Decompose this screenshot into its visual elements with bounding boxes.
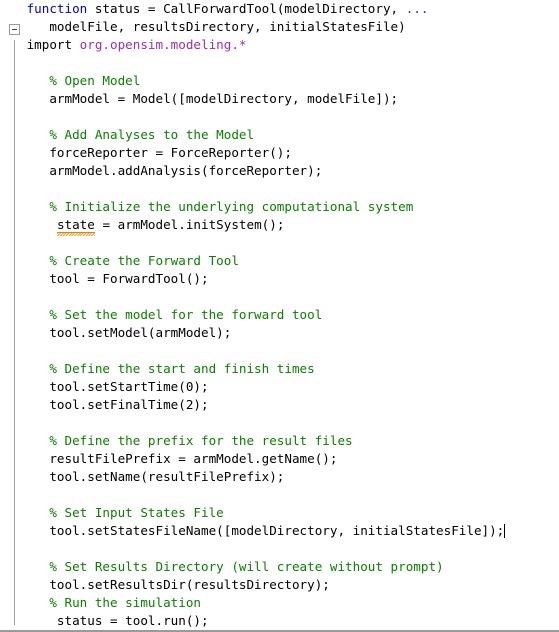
code-line[interactable]: % Define the prefix for the result files xyxy=(19,432,559,450)
code-line[interactable]: % Create the Forward Tool xyxy=(19,252,559,270)
code-comment: % Define the prefix for the result files xyxy=(49,433,353,448)
code-token: armModel.addAnalysis(forceReporter); xyxy=(49,163,323,178)
code-line[interactable]: function status = CallForwardTool(modelD… xyxy=(19,0,559,18)
code-line[interactable]: resultFilePrefix = armModel.getName(); xyxy=(19,450,559,468)
code-comment: % Run the simulation xyxy=(49,595,201,610)
code-line[interactable]: % Run the simulation xyxy=(19,594,559,612)
code-line[interactable]: forceReporter = ForceReporter(); xyxy=(19,144,559,162)
code-token: tool.setStatesFileName([modelDirectory, … xyxy=(49,523,505,538)
code-token: modelFile, resultsDirectory, initialStat… xyxy=(49,19,406,34)
code-comment: % Set the model for the forward tool xyxy=(49,307,323,322)
code-line[interactable]: tool.setStartTime(0); xyxy=(19,378,559,396)
code-line[interactable]: tool = ForwardTool(); xyxy=(19,270,559,288)
code-token: tool.setStartTime(0); xyxy=(49,379,209,394)
code-line[interactable]: % Add Analyses to the Model xyxy=(19,126,559,144)
code-line[interactable] xyxy=(19,540,559,558)
code-editor[interactable]: function status = CallForwardTool(modelD… xyxy=(0,0,559,632)
code-line[interactable]: % Set Results Directory (will create wit… xyxy=(19,558,559,576)
code-token: = armModel.initSystem(); xyxy=(94,217,285,232)
code-content[interactable]: function status = CallForwardTool(modelD… xyxy=(19,0,559,630)
code-line[interactable] xyxy=(19,108,559,126)
code-continuation: ... xyxy=(405,1,429,16)
code-token: tool.setFinalTime(2); xyxy=(49,397,209,412)
code-line[interactable]: % Set Input States File xyxy=(19,504,559,522)
code-line[interactable] xyxy=(19,486,559,504)
code-line[interactable]: % Initialize the underlying computationa… xyxy=(19,198,559,216)
code-token: forceReporter = ForceReporter(); xyxy=(49,145,292,160)
code-token: status = CallForwardTool(modelDirectory, xyxy=(87,1,406,16)
code-token: tool.setName(resultFilePrefix); xyxy=(49,469,285,484)
code-line[interactable]: armModel = Model([modelDirectory, modelF… xyxy=(19,90,559,108)
code-comment: % Set Results Directory (will create wit… xyxy=(49,559,444,574)
code-comment: % Define the start and finish times xyxy=(49,361,315,376)
code-token: tool.setModel(armModel); xyxy=(49,325,232,340)
code-token: armModel = Model([modelDirectory, modelF… xyxy=(49,91,399,106)
code-comment: % Set Input States File xyxy=(49,505,224,520)
code-line[interactable] xyxy=(19,414,559,432)
code-line[interactable] xyxy=(19,54,559,72)
code-line[interactable]: import org.opensim.modeling.* xyxy=(19,36,559,54)
code-line[interactable]: state = armModel.initSystem(); xyxy=(19,216,559,234)
code-keyword: function xyxy=(26,1,88,16)
code-token: tool = ForwardTool(); xyxy=(49,271,209,286)
code-line[interactable]: tool.setStatesFileName([modelDirectory, … xyxy=(19,522,559,540)
code-warning-token: state xyxy=(56,217,95,233)
code-line[interactable]: % Open Model xyxy=(19,72,559,90)
code-line[interactable] xyxy=(19,180,559,198)
code-line[interactable]: status = tool.run(); xyxy=(19,612,559,630)
code-comment: % Initialize the underlying computationa… xyxy=(49,199,414,214)
code-package-name: org.opensim.modeling.* xyxy=(79,37,247,52)
code-token: import xyxy=(26,37,80,52)
code-comment: % Open Model xyxy=(49,73,141,88)
code-line[interactable]: tool.setModel(armModel); xyxy=(19,324,559,342)
code-line[interactable]: tool.setFinalTime(2); xyxy=(19,396,559,414)
code-comment: % Add Analyses to the Model xyxy=(49,127,255,142)
code-line[interactable]: modelFile, resultsDirectory, initialStat… xyxy=(19,18,559,36)
text-caret xyxy=(504,524,506,538)
code-line[interactable]: % Set the model for the forward tool xyxy=(19,306,559,324)
code-comment: % Create the Forward Tool xyxy=(49,253,239,268)
code-token: resultFilePrefix = armModel.getName(); xyxy=(49,451,338,466)
code-line[interactable]: tool.setName(resultFilePrefix); xyxy=(19,468,559,486)
code-line[interactable] xyxy=(19,288,559,306)
code-line[interactable]: armModel.addAnalysis(forceReporter); xyxy=(19,162,559,180)
code-token: tool.setResultsDir(resultsDirectory); xyxy=(49,577,330,592)
code-line[interactable] xyxy=(19,234,559,252)
code-fold-guide-line xyxy=(14,40,15,625)
code-line[interactable] xyxy=(19,342,559,360)
code-line[interactable]: % Define the start and finish times xyxy=(19,360,559,378)
code-token: status = tool.run(); xyxy=(49,613,209,628)
code-line[interactable]: tool.setResultsDir(resultsDirectory); xyxy=(19,576,559,594)
